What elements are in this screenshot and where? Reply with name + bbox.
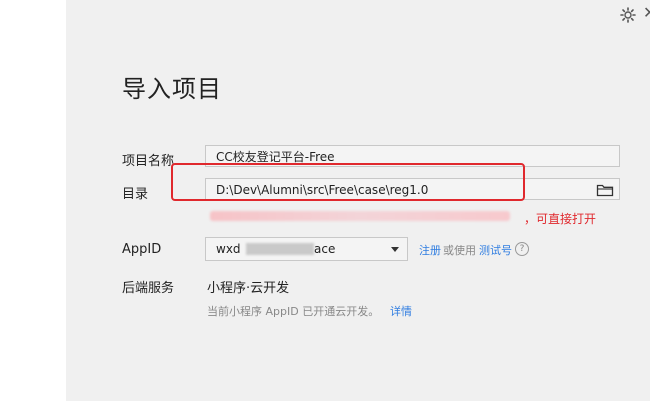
appid-value-prefix: wxd: [216, 242, 241, 256]
project-name-label: 项目名称: [122, 154, 175, 169]
backend-label: 后端服务: [122, 281, 175, 296]
details-link[interactable]: 详情: [390, 303, 412, 319]
folder-icon[interactable]: [596, 182, 614, 198]
backend-value: 小程序·云开发: [207, 281, 290, 296]
directory-input[interactable]: D:\Dev\Alumni\src\Free\case\reg1.0: [205, 178, 620, 200]
directory-label: 目录: [122, 187, 149, 202]
appid-redacted: [246, 243, 314, 255]
test-account-link[interactable]: 测试号: [479, 242, 512, 258]
register-link[interactable]: 注册: [419, 242, 441, 258]
redacted-hint-text: [210, 211, 510, 221]
or-use-text: 或使用: [443, 244, 476, 257]
directory-hint-tail: ，可直接打开: [524, 212, 597, 226]
backend-note: 当前小程序 AppID 已开通云开发。: [207, 305, 380, 318]
close-icon[interactable]: ✕: [643, 3, 650, 22]
project-name-input[interactable]: CC校友登记平台-Free: [205, 145, 620, 167]
appid-select[interactable]: wxd ace: [205, 237, 408, 261]
page-title: 导入项目: [122, 75, 222, 103]
appid-label: AppID: [122, 242, 162, 257]
appid-value-suffix: ace: [314, 242, 336, 256]
question-circle-icon[interactable]: ?: [515, 242, 529, 256]
chevron-down-icon: [391, 247, 399, 252]
left-blank-area: [0, 0, 66, 401]
gear-icon[interactable]: [620, 7, 636, 23]
